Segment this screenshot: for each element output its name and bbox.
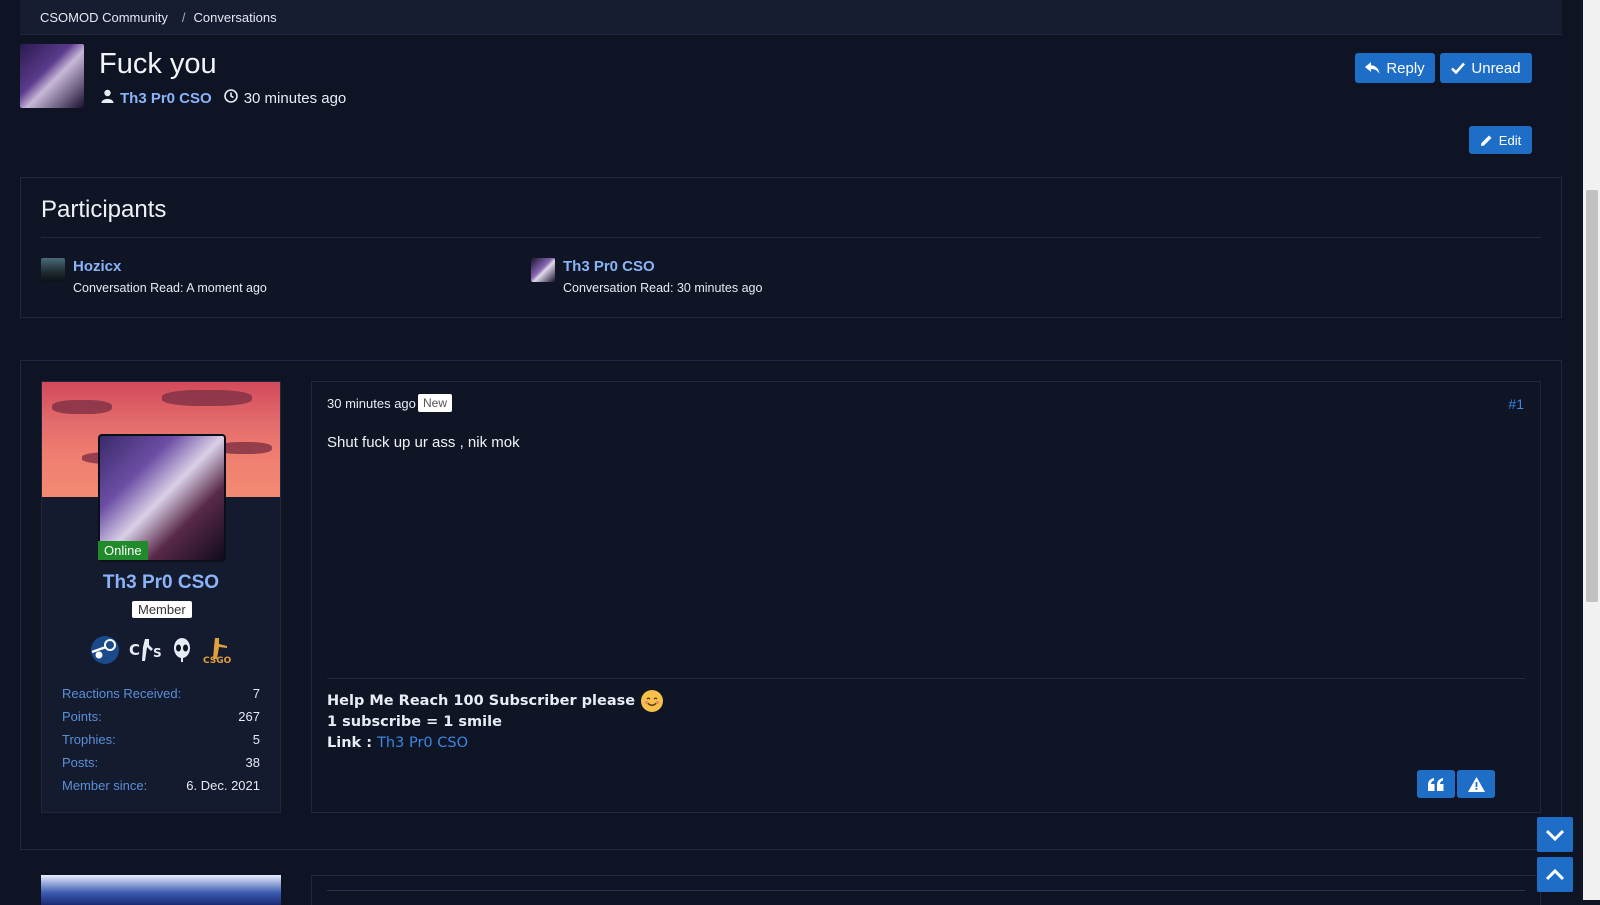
edit-label: Edit <box>1498 132 1522 148</box>
signature-divider <box>327 678 1525 679</box>
user-role-badge: Member <box>132 601 192 618</box>
post-body: Shut fuck up ur ass , nik mok <box>327 434 520 451</box>
stat-row: Points: 267 <box>62 705 260 728</box>
chevron-up-icon <box>1546 868 1564 880</box>
conversation-meta: Th3 Pr0 CSO 30 minutes ago <box>101 89 346 107</box>
participant-name-link[interactable]: Hozicx <box>73 258 121 275</box>
stat-label[interactable]: Member since: <box>62 778 147 793</box>
page-title: Fuck you <box>99 48 217 80</box>
quote-icon <box>1428 777 1444 791</box>
participant-name-link[interactable]: Th3 Pr0 CSO <box>563 258 655 275</box>
participant-avatar[interactable] <box>531 258 555 282</box>
signature-line: Help Me Reach 100 Subscriber please <box>327 693 636 709</box>
participant-item: Th3 Pr0 CSO Conversation Read: 30 minute… <box>531 258 762 295</box>
signature: Help Me Reach 100 Subscriber please 1 su… <box>327 690 664 754</box>
svg-text:CSGO: CSGO <box>203 656 232 665</box>
signature-line: 1 subscribe = 1 smile <box>327 714 502 730</box>
stat-value: 7 <box>252 686 260 701</box>
participant-read-status: Conversation Read: 30 minutes ago <box>563 281 763 295</box>
smiling-face-icon <box>641 690 664 712</box>
cs-icon[interactable]: CS <box>129 635 163 665</box>
stat-value: 6. Dec. 2021 <box>186 778 260 793</box>
post: 30 minutes ago New #1 Shut fuck up ur as… <box>311 381 1541 813</box>
participant-read-status: Conversation Read: A moment ago <box>73 281 267 295</box>
participant-avatar[interactable] <box>41 258 65 282</box>
starter-avatar[interactable] <box>20 44 84 108</box>
stat-label[interactable]: Posts: <box>62 755 98 770</box>
stat-row: Trophies: 5 <box>62 728 260 751</box>
user-name-link[interactable]: Th3 Pr0 CSO <box>42 572 280 594</box>
stat-label[interactable]: Trophies: <box>62 732 116 747</box>
participants-title: Participants <box>41 196 167 223</box>
breadcrumb: CSOMOD Community / Conversations <box>20 0 1562 35</box>
stat-value: 38 <box>245 755 260 770</box>
alien-icon[interactable] <box>171 637 193 663</box>
stat-value: 5 <box>252 732 260 747</box>
next-post <box>311 875 1541 905</box>
quote-button[interactable] <box>1417 770 1455 798</box>
participants-panel: Participants Hozicx Conversation Read: A… <box>20 177 1562 318</box>
new-badge: New <box>418 394 453 412</box>
scroll-up-button[interactable] <box>1537 857 1573 892</box>
breadcrumb-separator: / <box>181 9 186 25</box>
stat-label[interactable]: Reactions Received: <box>62 686 181 701</box>
warning-icon <box>1467 776 1485 792</box>
stat-row: Reactions Received: 7 <box>62 682 260 705</box>
pencil-icon <box>1480 135 1492 146</box>
next-user-cover <box>41 875 281 905</box>
stat-row: Member since: 6. Dec. 2021 <box>62 774 260 797</box>
online-status-badge: Online <box>98 541 148 560</box>
post-time[interactable]: 30 minutes ago <box>327 396 416 411</box>
clock-icon <box>223 89 238 107</box>
signature-link-label: Link : <box>327 735 378 751</box>
user-badges: CS CSGO <box>89 634 235 666</box>
breadcrumb-conversations[interactable]: Conversations <box>193 10 276 25</box>
conversation-author-link[interactable]: Th3 Pr0 CSO <box>120 90 212 107</box>
check-icon <box>1451 62 1466 74</box>
scroll-down-button[interactable] <box>1537 817 1573 852</box>
conversation-time: 30 minutes ago <box>243 89 347 107</box>
reply-button[interactable]: Reply <box>1355 53 1435 83</box>
stat-row: Posts: 38 <box>62 751 260 774</box>
reply-icon <box>1365 61 1380 74</box>
signature-link[interactable]: Th3 Pr0 CSO <box>377 735 468 751</box>
svg-text:C: C <box>129 641 140 659</box>
steam-icon[interactable] <box>89 634 121 666</box>
user-icon <box>101 89 114 107</box>
participants-divider <box>41 237 1541 238</box>
page-scrollbar[interactable] <box>1583 0 1600 900</box>
stat-value: 267 <box>238 709 260 724</box>
user-stats: Reactions Received: 7 Points: 267 Trophies… <box>62 682 260 797</box>
scrollbar-thumb[interactable] <box>1586 190 1598 602</box>
chevron-down-icon <box>1546 829 1564 841</box>
csgo-icon[interactable]: CSGO <box>201 635 235 665</box>
reply-label: Reply <box>1386 59 1425 77</box>
svg-text:S: S <box>153 646 162 660</box>
stat-label[interactable]: Points: <box>62 709 102 724</box>
next-post-table-edge <box>327 890 1525 905</box>
report-button[interactable] <box>1457 770 1495 798</box>
edit-button[interactable]: Edit <box>1469 126 1532 154</box>
participant-item: Hozicx Conversation Read: A moment ago <box>41 258 267 295</box>
breadcrumb-community[interactable]: CSOMOD Community <box>40 10 168 25</box>
user-card: Online Th3 Pr0 CSO Member CS CSGO Reacti… <box>41 381 281 813</box>
post-number-link[interactable]: #1 <box>1508 396 1524 412</box>
unread-button[interactable]: Unread <box>1440 53 1532 83</box>
unread-label: Unread <box>1471 59 1521 77</box>
